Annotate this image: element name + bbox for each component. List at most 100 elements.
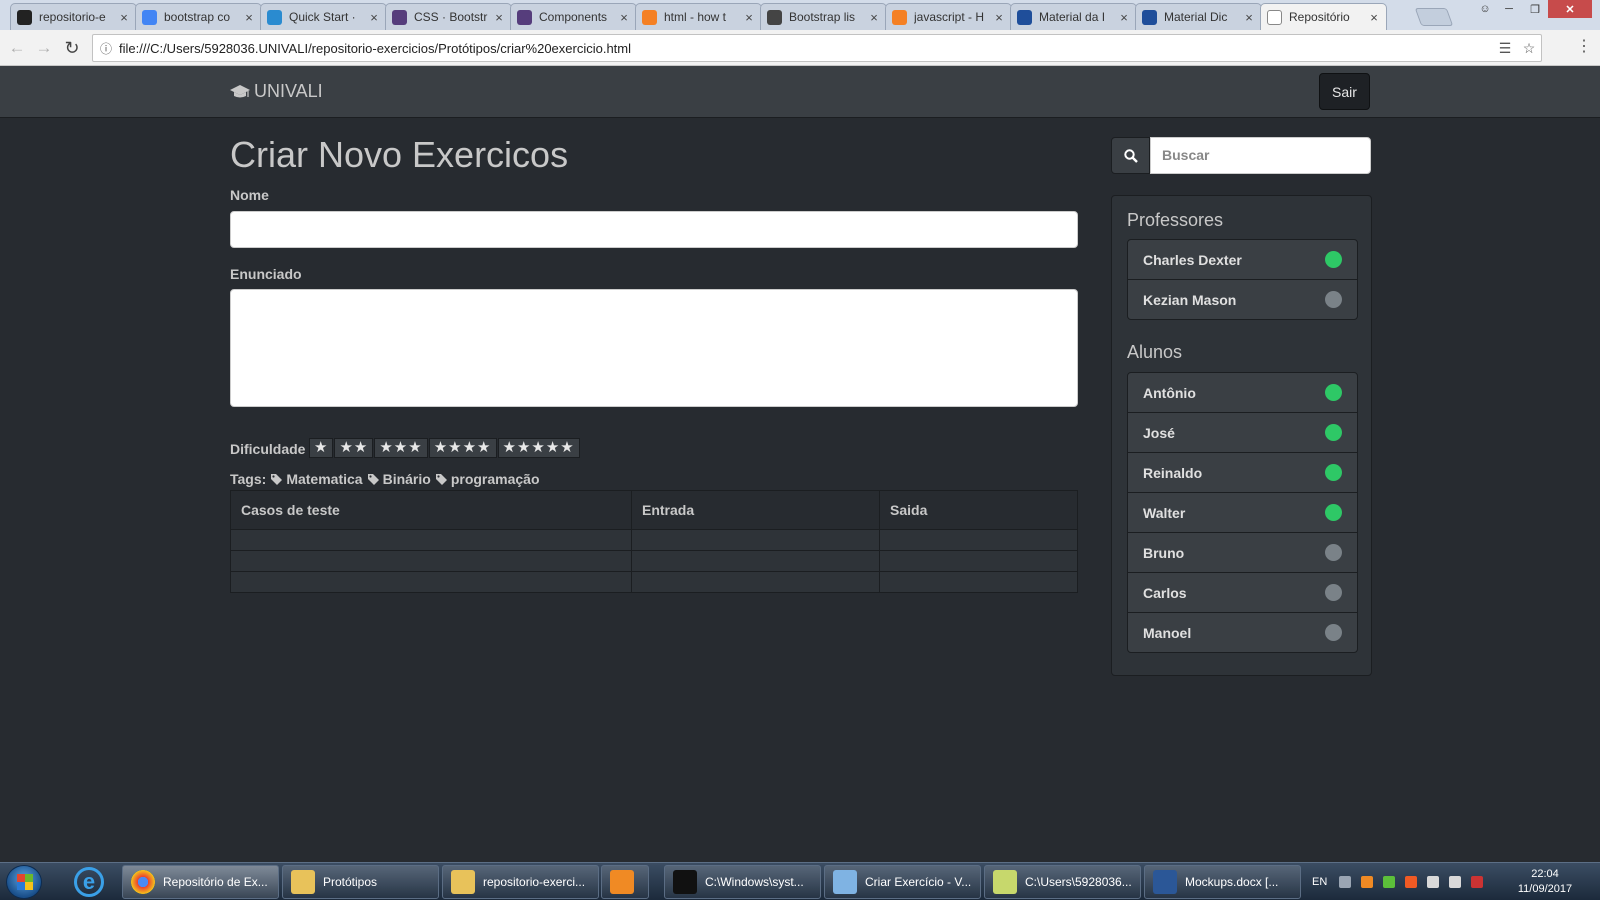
taskbar-item[interactable]: C:\Windows\syst...	[664, 865, 821, 899]
user-list-item[interactable]: José	[1127, 412, 1358, 453]
minimize-button[interactable]: ─	[1496, 0, 1522, 18]
tray-app-icon[interactable]	[1361, 876, 1374, 888]
volume-icon[interactable]	[1427, 876, 1440, 888]
difficulty-option-4[interactable]: ★★★★	[428, 438, 497, 458]
tray-app-icon[interactable]	[1405, 876, 1418, 888]
name-input[interactable]	[230, 211, 1078, 248]
browser-tab[interactable]: Components ×	[510, 3, 637, 30]
browser-tab[interactable]: Bootstrap lis ×	[760, 3, 887, 30]
table-cell[interactable]	[631, 529, 880, 551]
close-tab-icon[interactable]: ×	[618, 10, 630, 25]
table-header-row: Casos de teste Entrada Saida	[230, 490, 1078, 530]
info-icon[interactable]: ⓘ	[93, 40, 119, 57]
close-tab-icon[interactable]: ×	[743, 10, 755, 25]
close-window-button[interactable]: ✕	[1548, 0, 1592, 18]
close-tab-icon[interactable]: ×	[368, 10, 380, 25]
keyboard-icon[interactable]	[1339, 876, 1352, 888]
table-cell[interactable]	[631, 571, 880, 593]
students-list: Antônio José Reinaldo Walter Bruno Carlos Mano…	[1127, 372, 1358, 653]
browser-tab[interactable]: CSS · Bootstr ×	[385, 3, 512, 30]
translate-icon[interactable]: ☰	[1493, 40, 1517, 57]
close-tab-icon[interactable]: ×	[1368, 10, 1380, 25]
browser-menu-icon[interactable]: ⋮	[1576, 39, 1592, 55]
tag-item[interactable]: Binário	[367, 471, 431, 487]
close-tab-icon[interactable]: ×	[118, 10, 130, 25]
difficulty-option-2[interactable]: ★★	[334, 438, 374, 458]
taskbar-item[interactable]: Repositório de Ex...	[122, 865, 279, 899]
tag-item[interactable]: Matematica	[270, 471, 363, 487]
browser-tab[interactable]: Material da I ×	[1010, 3, 1137, 30]
close-tab-icon[interactable]: ×	[493, 10, 505, 25]
table-row[interactable]	[230, 529, 1078, 551]
taskbar-item[interactable]: C:\Users\5928036...	[984, 865, 1141, 899]
offline-status-icon	[1325, 291, 1342, 308]
forward-icon[interactable]: →	[33, 37, 55, 59]
image-viewer-icon	[833, 870, 857, 894]
tray-app-icon[interactable]	[1383, 876, 1396, 888]
navbar-brand[interactable]: UNIVALI	[230, 81, 323, 102]
user-list-item[interactable]: Charles Dexter	[1127, 239, 1358, 280]
language-indicator[interactable]: EN	[1312, 876, 1327, 888]
taskbar-item[interactable]: Protótipos	[282, 865, 439, 899]
browser-tab[interactable]: html - how t ×	[635, 3, 762, 30]
table-cell[interactable]	[879, 529, 1078, 551]
address-bar[interactable]: ⓘ file:///C:/Users/5928036.UNIVALI/repos…	[92, 34, 1542, 62]
table-row[interactable]	[230, 550, 1078, 572]
tab-label: CSS · Bootstr	[414, 10, 488, 24]
table-cell[interactable]	[230, 571, 632, 593]
flag-icon[interactable]	[1471, 876, 1484, 888]
close-tab-icon[interactable]: ×	[1118, 10, 1130, 25]
user-list-item[interactable]: Kezian Mason	[1127, 279, 1358, 320]
user-list-item[interactable]: Antônio	[1127, 372, 1358, 413]
windows-taskbar: e EN 22:04 11/09/2017 Repositório de Ex.…	[0, 862, 1600, 900]
tab-label: bootstrap co	[164, 10, 231, 24]
browser-tab[interactable]: Quick Start · ×	[260, 3, 387, 30]
tag-item[interactable]: programação	[435, 471, 540, 487]
start-button[interactable]	[6, 865, 42, 899]
tag-label: programação	[450, 471, 540, 487]
internet-explorer-icon[interactable]: e	[74, 867, 104, 897]
bookmark-star-icon[interactable]: ☆	[1517, 40, 1541, 57]
taskbar-item[interactable]: Mockups.docx [...	[1144, 865, 1301, 899]
table-cell[interactable]	[230, 550, 632, 572]
table-cell[interactable]	[631, 550, 880, 572]
browser-tab[interactable]: Material Dic ×	[1135, 3, 1262, 30]
browser-tab[interactable]: bootstrap co ×	[135, 3, 262, 30]
maximize-button[interactable]: ❐	[1522, 0, 1548, 18]
user-list-item[interactable]: Walter	[1127, 492, 1358, 533]
address-url[interactable]: file:///C:/Users/5928036.UNIVALI/reposit…	[119, 41, 1493, 56]
close-tab-icon[interactable]: ×	[868, 10, 880, 25]
taskbar-item[interactable]: repositorio-exerci...	[442, 865, 599, 899]
difficulty-option-1[interactable]: ★	[309, 438, 334, 458]
bootstrap-icon	[517, 9, 532, 25]
browser-tab[interactable]: repositorio-e ×	[10, 3, 137, 30]
close-tab-icon[interactable]: ×	[1243, 10, 1255, 25]
table-cell[interactable]	[230, 529, 632, 551]
search-button[interactable]	[1111, 137, 1150, 174]
close-tab-icon[interactable]: ×	[243, 10, 255, 25]
reload-icon[interactable]: ↻	[61, 37, 83, 59]
difficulty-option-3[interactable]: ★★★	[374, 438, 428, 458]
search-input[interactable]: Buscar	[1150, 137, 1371, 174]
user-list-item[interactable]: Reinaldo	[1127, 452, 1358, 493]
window-controls: ☺ ─ ❐ ✕	[1474, 0, 1592, 18]
close-tab-icon[interactable]: ×	[993, 10, 1005, 25]
new-tab-button[interactable]	[1414, 8, 1454, 26]
back-icon[interactable]: ←	[6, 37, 28, 59]
browser-tab[interactable]: Repositório ×	[1260, 3, 1387, 30]
table-row[interactable]	[230, 571, 1078, 593]
user-icon[interactable]: ☺	[1474, 0, 1496, 18]
network-icon[interactable]	[1449, 876, 1462, 888]
difficulty-option-5[interactable]: ★★★★★	[497, 438, 580, 458]
taskbar-clock[interactable]: 22:04 11/09/2017	[1510, 867, 1580, 897]
taskbar-item[interactable]: Criar Exercício - V...	[824, 865, 981, 899]
table-cell[interactable]	[879, 550, 1078, 572]
user-list-item[interactable]: Carlos	[1127, 572, 1358, 613]
statement-textarea[interactable]	[230, 289, 1078, 407]
table-cell[interactable]	[879, 571, 1078, 593]
user-list-item[interactable]: Manoel	[1127, 612, 1358, 653]
user-list-item[interactable]: Bruno	[1127, 532, 1358, 573]
logout-button[interactable]: Sair	[1319, 73, 1370, 110]
browser-tab[interactable]: javascript - H ×	[885, 3, 1012, 30]
taskbar-item[interactable]	[601, 865, 649, 899]
